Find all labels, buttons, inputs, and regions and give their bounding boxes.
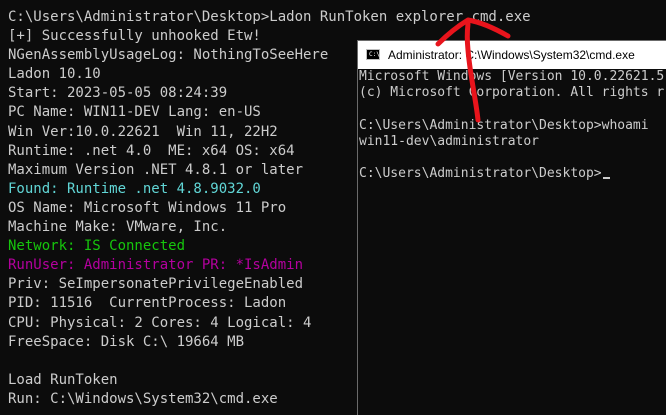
console-app-icon: C:\ bbox=[366, 49, 380, 60]
terminal-line: Start: 2023-05-05 08:24:39 bbox=[8, 85, 228, 102]
terminal-line: Runtime: .net 4.0 ME: x64 OS: x64 bbox=[8, 142, 295, 159]
terminal-line: PID: 11516 CurrentProcess: Ladon bbox=[8, 295, 287, 312]
terminal-line: Machine Make: VMware, Inc. bbox=[8, 219, 228, 236]
cmd-prompt-line: C:\Users\Administrator\Desktop> bbox=[359, 166, 666, 182]
background-output: [+] Successfully unhooked Etw! NGenAssemb… bbox=[8, 27, 368, 409]
terminal-line: OS Name: Microsoft Windows 11 Pro bbox=[8, 199, 287, 216]
cmd-line: C:\Users\Administrator\Desktop>whoami bbox=[359, 117, 649, 133]
cmd-prompt: C:\Users\Administrator\Desktop> bbox=[359, 166, 602, 182]
cmd-line bbox=[359, 150, 666, 166]
terminal-line: Run: C:\Windows\System32\cmd.exe bbox=[8, 390, 278, 407]
cmd-line bbox=[359, 101, 666, 117]
cmd-line: (c) Microsoft Corporation. All rights r bbox=[359, 85, 665, 101]
terminal-line: NGenAssemblyUsageLog: NothingToSeeHere bbox=[8, 47, 329, 64]
terminal-line: Network: IS Connected bbox=[8, 238, 186, 255]
cmd-line: win11-dev\administrator bbox=[359, 133, 540, 149]
cmd-output[interactable]: Microsoft Windows [Version 10.0.22621.5(… bbox=[358, 69, 666, 182]
terminal-line: Maximum Version .NET 4.8.1 or later bbox=[8, 161, 304, 178]
terminal-line: Win Ver:10.0.22621 Win 11, 22H2 bbox=[8, 123, 278, 140]
terminal-line: [+] Successfully unhooked Etw! bbox=[8, 28, 261, 45]
terminal-line: FreeSpace: Disk C:\ 19664 MB bbox=[8, 333, 245, 350]
terminal-line: Ladon 10.10 bbox=[8, 66, 101, 83]
terminal-line: Load RunToken bbox=[8, 371, 118, 388]
terminal-line: Found: Runtime .net 4.8.9032.0 bbox=[8, 180, 261, 197]
text-cursor bbox=[602, 177, 610, 180]
background-command-line: C:\Users\Administrator\Desktop>Ladon Run… bbox=[8, 9, 531, 25]
cmd-window-title: Administrator: C:\Windows\System32\cmd.e… bbox=[388, 48, 635, 62]
cmd-window[interactable]: C:\ Administrator: C:\Windows\System32\c… bbox=[357, 40, 666, 415]
cmd-line: Microsoft Windows [Version 10.0.22621.5 bbox=[359, 69, 665, 84]
console-app-icon-label: C:\ bbox=[369, 51, 380, 58]
cmd-titlebar[interactable]: C:\ Administrator: C:\Windows\System32\c… bbox=[358, 41, 666, 69]
terminal-line: Priv: SeImpersonatePrivilegeEnabled bbox=[8, 276, 304, 293]
terminal-line: CPU: Physical: 2 Cores: 4 Logical: 4 bbox=[8, 314, 312, 331]
terminal-line: PC Name: WIN11-DEV Lang: en-US bbox=[8, 104, 261, 121]
terminal-line: RunUser: Administrator PR: *IsAdmin bbox=[8, 257, 304, 274]
